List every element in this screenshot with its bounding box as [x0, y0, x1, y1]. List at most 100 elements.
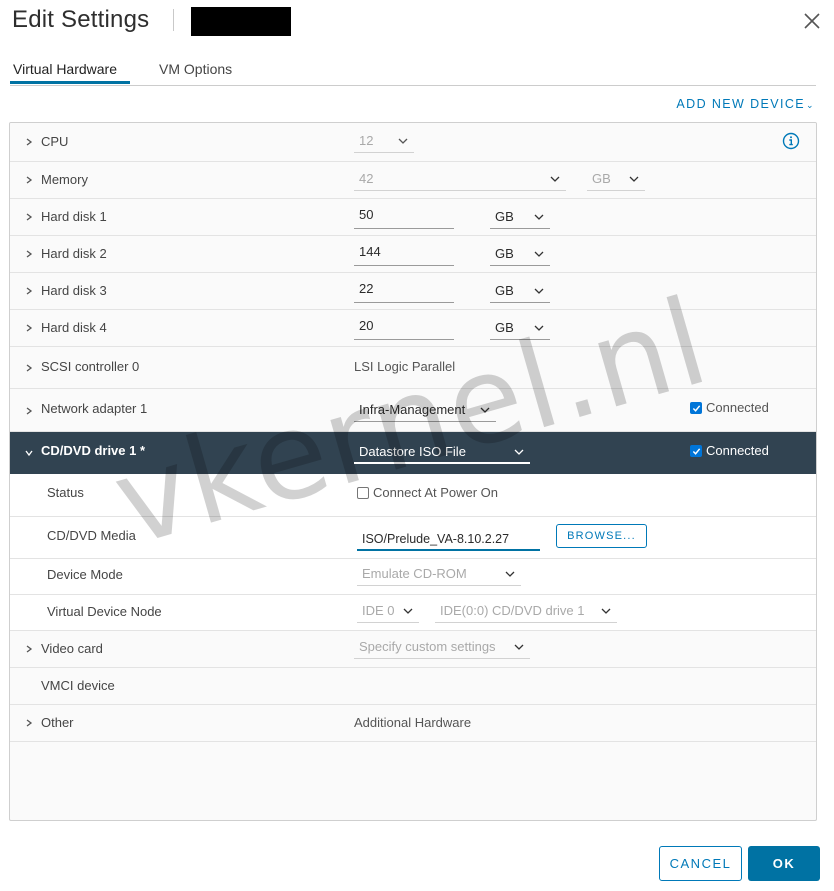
hard-disk-1-unit: GB	[495, 209, 514, 224]
chevron-down-icon	[534, 214, 544, 221]
chevron-down-icon	[505, 571, 515, 578]
chevron-right-icon[interactable]	[25, 176, 33, 184]
hard-disk-1-label: Hard disk 1	[41, 209, 107, 224]
row-hard-disk-3: Hard disk 3 22 GB	[10, 273, 816, 310]
tab-bar: Virtual Hardware VM Options	[10, 56, 816, 86]
ide-node-select[interactable]: IDE(0:0) CD/DVD drive 1	[435, 601, 617, 623]
connect-at-power-on-checkbox[interactable]: Connect At Power On	[357, 485, 498, 500]
checkbox-checked-icon	[690, 444, 702, 457]
ide-bus-select[interactable]: IDE 0	[357, 601, 419, 623]
network-adapter-label: Network adapter 1	[41, 401, 148, 416]
scsi-controller-label: SCSI controller 0	[41, 359, 140, 374]
active-tab-indicator	[10, 81, 130, 84]
device-mode-label: Device Mode	[47, 567, 123, 582]
title-separator	[173, 9, 174, 31]
checkbox-checked-icon	[690, 401, 702, 414]
tab-virtual-hardware[interactable]: Virtual Hardware	[13, 61, 117, 77]
hard-disk-2-unit-select[interactable]: GB	[490, 244, 550, 266]
hard-disk-3-unit: GB	[495, 283, 514, 298]
cddvd-drive-label: CD/DVD drive 1 *	[41, 443, 146, 458]
ide-bus-value: IDE 0	[362, 603, 395, 618]
hard-disk-4-unit: GB	[495, 320, 514, 335]
cpu-label: CPU	[41, 134, 69, 149]
network-adapter-value: Infra-Management	[359, 402, 466, 417]
network-adapter-select[interactable]: Infra-Management	[354, 400, 496, 422]
cpu-value: 12	[359, 133, 374, 148]
chevron-right-icon[interactable]	[25, 324, 33, 332]
row-device-mode: Device Mode Emulate CD-ROM	[10, 559, 816, 595]
dialog-title: Edit Settings	[12, 6, 150, 33]
hard-disk-2-size-input[interactable]: 144	[354, 244, 454, 266]
iso-path-input[interactable]: ISO/Prelude_VA-8.10.2.27	[357, 528, 540, 551]
row-hard-disk-2: Hard disk 2 144 GB	[10, 236, 816, 273]
vm-name-redacted	[191, 7, 291, 36]
browse-button[interactable]: BROWSE...	[556, 524, 647, 548]
other-label: Other	[41, 715, 74, 730]
cddvd-type-select[interactable]: Datastore ISO File	[354, 442, 530, 464]
video-card-select[interactable]: Specify custom settings	[354, 637, 530, 659]
row-cddvd-drive: CD/DVD drive 1 * Datastore ISO File Conn…	[10, 432, 816, 474]
chevron-down-icon	[514, 644, 524, 651]
vmci-device-label: VMCI device	[41, 678, 115, 693]
chevron-down-icon: ⌄	[806, 100, 815, 110]
hard-disk-1-unit-select[interactable]: GB	[490, 207, 550, 229]
checkbox-unchecked-icon	[357, 486, 369, 499]
row-network-adapter: Network adapter 1 Infra-Management Conne…	[10, 389, 816, 432]
row-hard-disk-1: Hard disk 1 50 GB	[10, 199, 816, 236]
connect-at-power-on-label: Connect At Power On	[373, 485, 499, 500]
add-new-device-button[interactable]: ADD NEW DEVICE⌄	[676, 97, 815, 111]
cpu-select[interactable]: 12	[354, 131, 414, 153]
row-hard-disk-4: Hard disk 4 20 GB	[10, 310, 816, 347]
chevron-right-icon[interactable]	[25, 364, 33, 372]
cddvd-type-value: Datastore ISO File	[359, 444, 466, 459]
ok-button[interactable]: OK	[748, 846, 820, 881]
status-label: Status	[47, 485, 84, 500]
chevron-down-icon	[534, 288, 544, 295]
chevron-down-icon	[601, 608, 611, 615]
device-mode-value: Emulate CD-ROM	[362, 566, 467, 581]
memory-value: 42	[359, 171, 374, 186]
tab-vm-options[interactable]: VM Options	[159, 61, 232, 77]
cddvd-media-label: CD/DVD Media	[47, 528, 136, 543]
hard-disk-3-size-input[interactable]: 22	[354, 281, 454, 303]
video-card-value: Specify custom settings	[359, 639, 496, 654]
cddvd-connected-checkbox[interactable]: Connected	[690, 443, 769, 458]
row-scsi-controller: SCSI controller 0 LSI Logic Parallel	[10, 347, 816, 389]
hard-disk-4-size-input[interactable]: 20	[354, 318, 454, 340]
chevron-down-icon	[534, 325, 544, 332]
device-mode-select[interactable]: Emulate CD-ROM	[357, 564, 521, 586]
chevron-right-icon[interactable]	[25, 287, 33, 295]
hard-disk-2-label: Hard disk 2	[41, 246, 107, 261]
row-video-card: Video card Specify custom settings	[10, 631, 816, 668]
chevron-down-icon	[480, 407, 490, 414]
info-icon[interactable]	[782, 132, 800, 150]
video-card-label: Video card	[41, 641, 103, 656]
chevron-right-icon[interactable]	[25, 407, 33, 415]
chevron-right-icon[interactable]	[25, 213, 33, 221]
hardware-stack-view: CPU 12 Memory 42 GB Hard disk 1 50 GB Ha…	[9, 122, 817, 821]
hard-disk-4-label: Hard disk 4	[41, 320, 107, 335]
hard-disk-1-size-input[interactable]: 50	[354, 207, 454, 229]
network-connected-label: Connected	[706, 400, 769, 415]
chevron-right-icon[interactable]	[25, 645, 33, 653]
cancel-button[interactable]: CANCEL	[659, 846, 742, 881]
chevron-down-icon[interactable]	[25, 449, 33, 457]
hard-disk-3-unit-select[interactable]: GB	[490, 281, 550, 303]
memory-unit: GB	[592, 171, 611, 186]
hard-disk-3-label: Hard disk 3	[41, 283, 107, 298]
memory-value-select[interactable]: 42	[354, 169, 566, 191]
hard-disk-2-unit: GB	[495, 246, 514, 261]
add-new-device-label: ADD NEW DEVICE	[676, 97, 806, 111]
chevron-right-icon[interactable]	[25, 719, 33, 727]
memory-unit-select[interactable]: GB	[587, 169, 645, 191]
ide-node-value: IDE(0:0) CD/DVD drive 1	[440, 603, 585, 618]
chevron-down-icon	[534, 251, 544, 258]
chevron-right-icon[interactable]	[25, 250, 33, 258]
network-connected-checkbox[interactable]: Connected	[690, 400, 769, 415]
hard-disk-4-unit-select[interactable]: GB	[490, 318, 550, 340]
memory-label: Memory	[41, 172, 88, 187]
close-icon[interactable]	[800, 9, 824, 33]
chevron-right-icon[interactable]	[25, 138, 33, 146]
row-cddvd-media: CD/DVD Media ISO/Prelude_VA-8.10.2.27 BR…	[10, 517, 816, 559]
row-cpu: CPU 12	[10, 123, 816, 162]
